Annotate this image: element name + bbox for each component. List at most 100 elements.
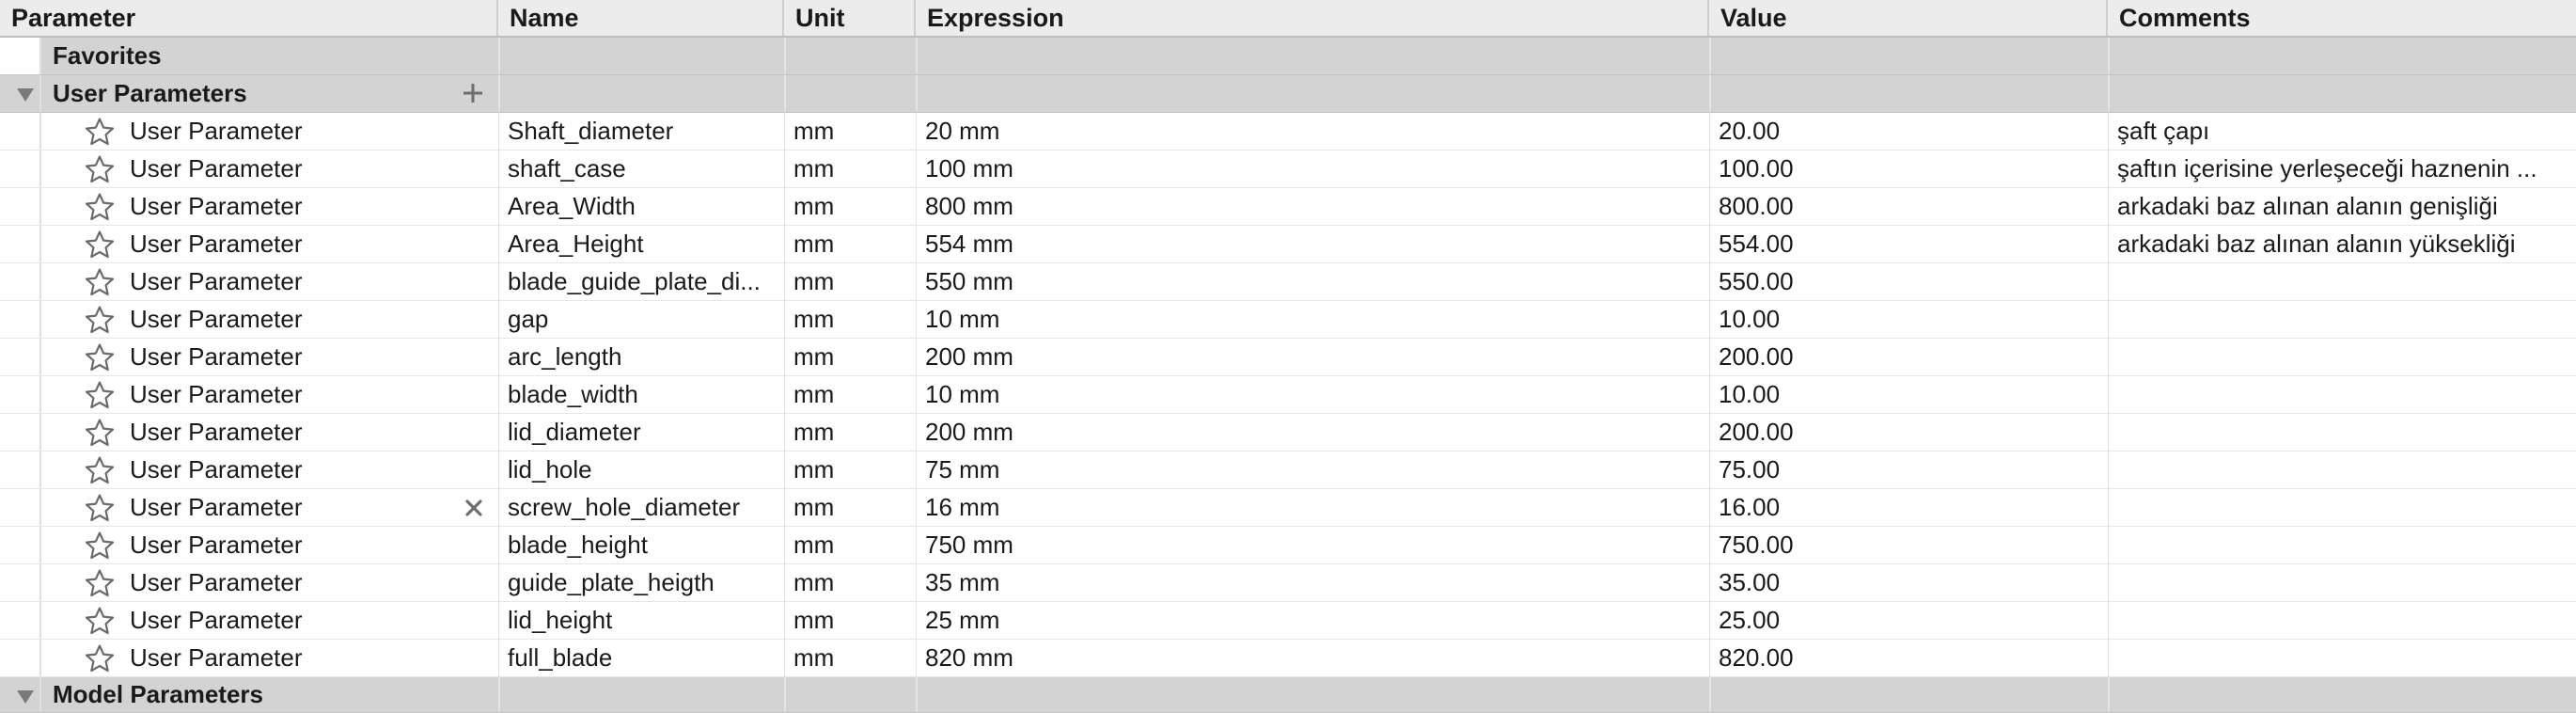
cell-parameter: User Parameter (130, 643, 303, 672)
cell-comment[interactable] (2108, 602, 2574, 639)
star-outline-icon[interactable] (85, 643, 115, 673)
cell-comment[interactable] (2108, 376, 2574, 413)
cell-expression[interactable]: 550 mm (916, 263, 1709, 300)
indent-gutter (0, 226, 39, 262)
cell-name[interactable]: screw_hole_diameter (498, 489, 784, 526)
cell-comment[interactable] (2108, 339, 2574, 375)
star-outline-icon[interactable] (85, 267, 115, 297)
star-outline-icon[interactable] (85, 418, 115, 448)
table-row[interactable]: User Parameter Area_Height mm 554 mm 554.00 a… (0, 226, 2576, 263)
cell-parameter: User Parameter (130, 342, 303, 371)
cell-name[interactable]: arc_length (498, 339, 784, 375)
cell-expression[interactable]: 200 mm (916, 339, 1709, 375)
cell-comment[interactable] (2108, 564, 2574, 601)
cell-comment[interactable] (2108, 452, 2574, 488)
cell-expression[interactable]: 35 mm (916, 564, 1709, 601)
cell-name[interactable]: gap (498, 301, 784, 338)
expand-triangle-icon[interactable] (17, 88, 34, 102)
cell-name[interactable]: blade_guide_plate_di... (498, 263, 784, 300)
cell-value: 75.00 (1719, 455, 1781, 483)
group-row-favorites[interactable]: Favorites (0, 38, 2576, 75)
table-row[interactable]: User Parameter Shaft_diameter mm 20 mm 20.00… (0, 113, 2576, 151)
cell-name[interactable]: Area_Height (498, 226, 784, 262)
star-outline-icon[interactable] (85, 230, 115, 260)
table-row[interactable]: User Parameter lid_hole mm 75 mm 75.00 (0, 452, 2576, 489)
cell-expression[interactable]: 554 mm (916, 226, 1709, 262)
cell-name[interactable]: guide_plate_heigth (498, 564, 784, 601)
cell-comment[interactable]: arkadaki baz alınan alanın genişliği (2108, 188, 2574, 225)
cell-expression[interactable]: 75 mm (916, 452, 1709, 488)
column-divider (784, 489, 785, 526)
cell-comment[interactable] (2108, 301, 2574, 338)
column-header-name[interactable]: Name (498, 0, 784, 36)
cell-comment[interactable] (2108, 414, 2574, 451)
parameters-table: Parameter Name Unit Expression Value Com… (0, 0, 2576, 713)
expand-triangle-icon[interactable] (17, 690, 34, 704)
column-header-value[interactable]: Value (1709, 0, 2108, 36)
table-row[interactable]: User Parameter arc_length mm 200 mm 200.00 (0, 339, 2576, 376)
cell-comment[interactable] (2108, 489, 2574, 526)
cell-name[interactable]: lid_diameter (498, 414, 784, 451)
cell-expression[interactable]: 800 mm (916, 188, 1709, 225)
table-row[interactable]: User Parameter full_blade mm 820 mm 820.00 (0, 640, 2576, 677)
cell-expression[interactable]: 25 mm (916, 602, 1709, 639)
star-outline-icon[interactable] (85, 117, 115, 147)
cell-name[interactable]: full_blade (498, 640, 784, 676)
cell-name[interactable]: blade_width (498, 376, 784, 413)
star-outline-icon[interactable] (85, 568, 115, 598)
column-divider (498, 677, 500, 712)
table-row[interactable]: User Parameter gap mm 10 mm 10.00 (0, 301, 2576, 339)
star-outline-icon[interactable] (85, 305, 115, 335)
column-divider (1709, 527, 1710, 563)
cell-value: 100.00 (1719, 154, 1794, 182)
cell-name[interactable]: Shaft_diameter (498, 113, 784, 150)
group-row-model-parameters[interactable]: Model Parameters (0, 677, 2576, 713)
cell-expression[interactable]: 16 mm (916, 489, 1709, 526)
cell-name[interactable]: blade_height (498, 527, 784, 563)
star-outline-icon[interactable] (85, 493, 115, 523)
table-row[interactable]: User Parameter Area_Width mm 800 mm 800.00 ar… (0, 188, 2576, 226)
cell-comment[interactable]: arkadaki baz alınan alanın yüksekliği (2108, 226, 2574, 262)
table-row[interactable]: User Parameter blade_height mm 750 mm 750.00 (0, 527, 2576, 564)
cell-expression[interactable]: 20 mm (916, 113, 1709, 150)
column-divider (2108, 677, 2110, 712)
cell-name[interactable]: lid_height (498, 602, 784, 639)
cell-expression[interactable]: 10 mm (916, 376, 1709, 413)
cell-comment[interactable] (2108, 527, 2574, 563)
star-outline-icon[interactable] (85, 531, 115, 561)
table-row[interactable]: User Parameter blade_guide_plate_di... mm 5… (0, 263, 2576, 301)
group-row-user-parameters[interactable]: User Parameters (0, 75, 2576, 113)
star-outline-icon[interactable] (85, 342, 115, 372)
column-header-parameter[interactable]: Parameter (0, 0, 498, 36)
cell-comment[interactable] (2108, 640, 2574, 676)
star-outline-icon[interactable] (85, 606, 115, 636)
cell-expression[interactable]: 10 mm (916, 301, 1709, 338)
cell-name[interactable]: Area_Width (498, 188, 784, 225)
cell-name[interactable]: lid_hole (498, 452, 784, 488)
column-header-expression[interactable]: Expression (916, 0, 1709, 36)
cell-expression[interactable]: 200 mm (916, 414, 1709, 451)
cell-comment[interactable]: şaft çapı (2108, 113, 2574, 150)
plus-icon[interactable] (461, 81, 485, 105)
column-divider (498, 640, 499, 676)
table-row[interactable]: User Parameter lid_height mm 25 mm 25.00 (0, 602, 2576, 640)
star-outline-icon[interactable] (85, 380, 115, 410)
star-outline-icon[interactable] (85, 154, 115, 184)
table-row[interactable]: User Parameter shaft_case mm 100 mm 100.00 şa… (0, 151, 2576, 188)
cell-name[interactable]: shaft_case (498, 151, 784, 187)
star-outline-icon[interactable] (85, 192, 115, 222)
column-divider (916, 452, 917, 488)
cell-comment[interactable] (2108, 263, 2574, 300)
cell-comment[interactable]: şaftın içerisine yerleşeceği haznenin ..… (2108, 151, 2574, 187)
cell-expression[interactable]: 100 mm (916, 151, 1709, 187)
column-divider (2108, 564, 2109, 601)
column-header-unit[interactable]: Unit (784, 0, 916, 36)
table-row[interactable]: User Parameter blade_width mm 10 mm 10.00 (0, 376, 2576, 414)
column-header-comments[interactable]: Comments (2108, 0, 2576, 36)
table-row[interactable]: User Parameter guide_plate_heigth mm 35 mm 3… (0, 564, 2576, 602)
table-row[interactable]: User Parameter screw_hole_diameter mm 16 mm… (0, 489, 2576, 527)
table-row[interactable]: User Parameter lid_diameter mm 200 mm 200.00 (0, 414, 2576, 452)
cell-expression[interactable]: 820 mm (916, 640, 1709, 676)
cell-expression[interactable]: 750 mm (916, 527, 1709, 563)
star-outline-icon[interactable] (85, 455, 115, 485)
